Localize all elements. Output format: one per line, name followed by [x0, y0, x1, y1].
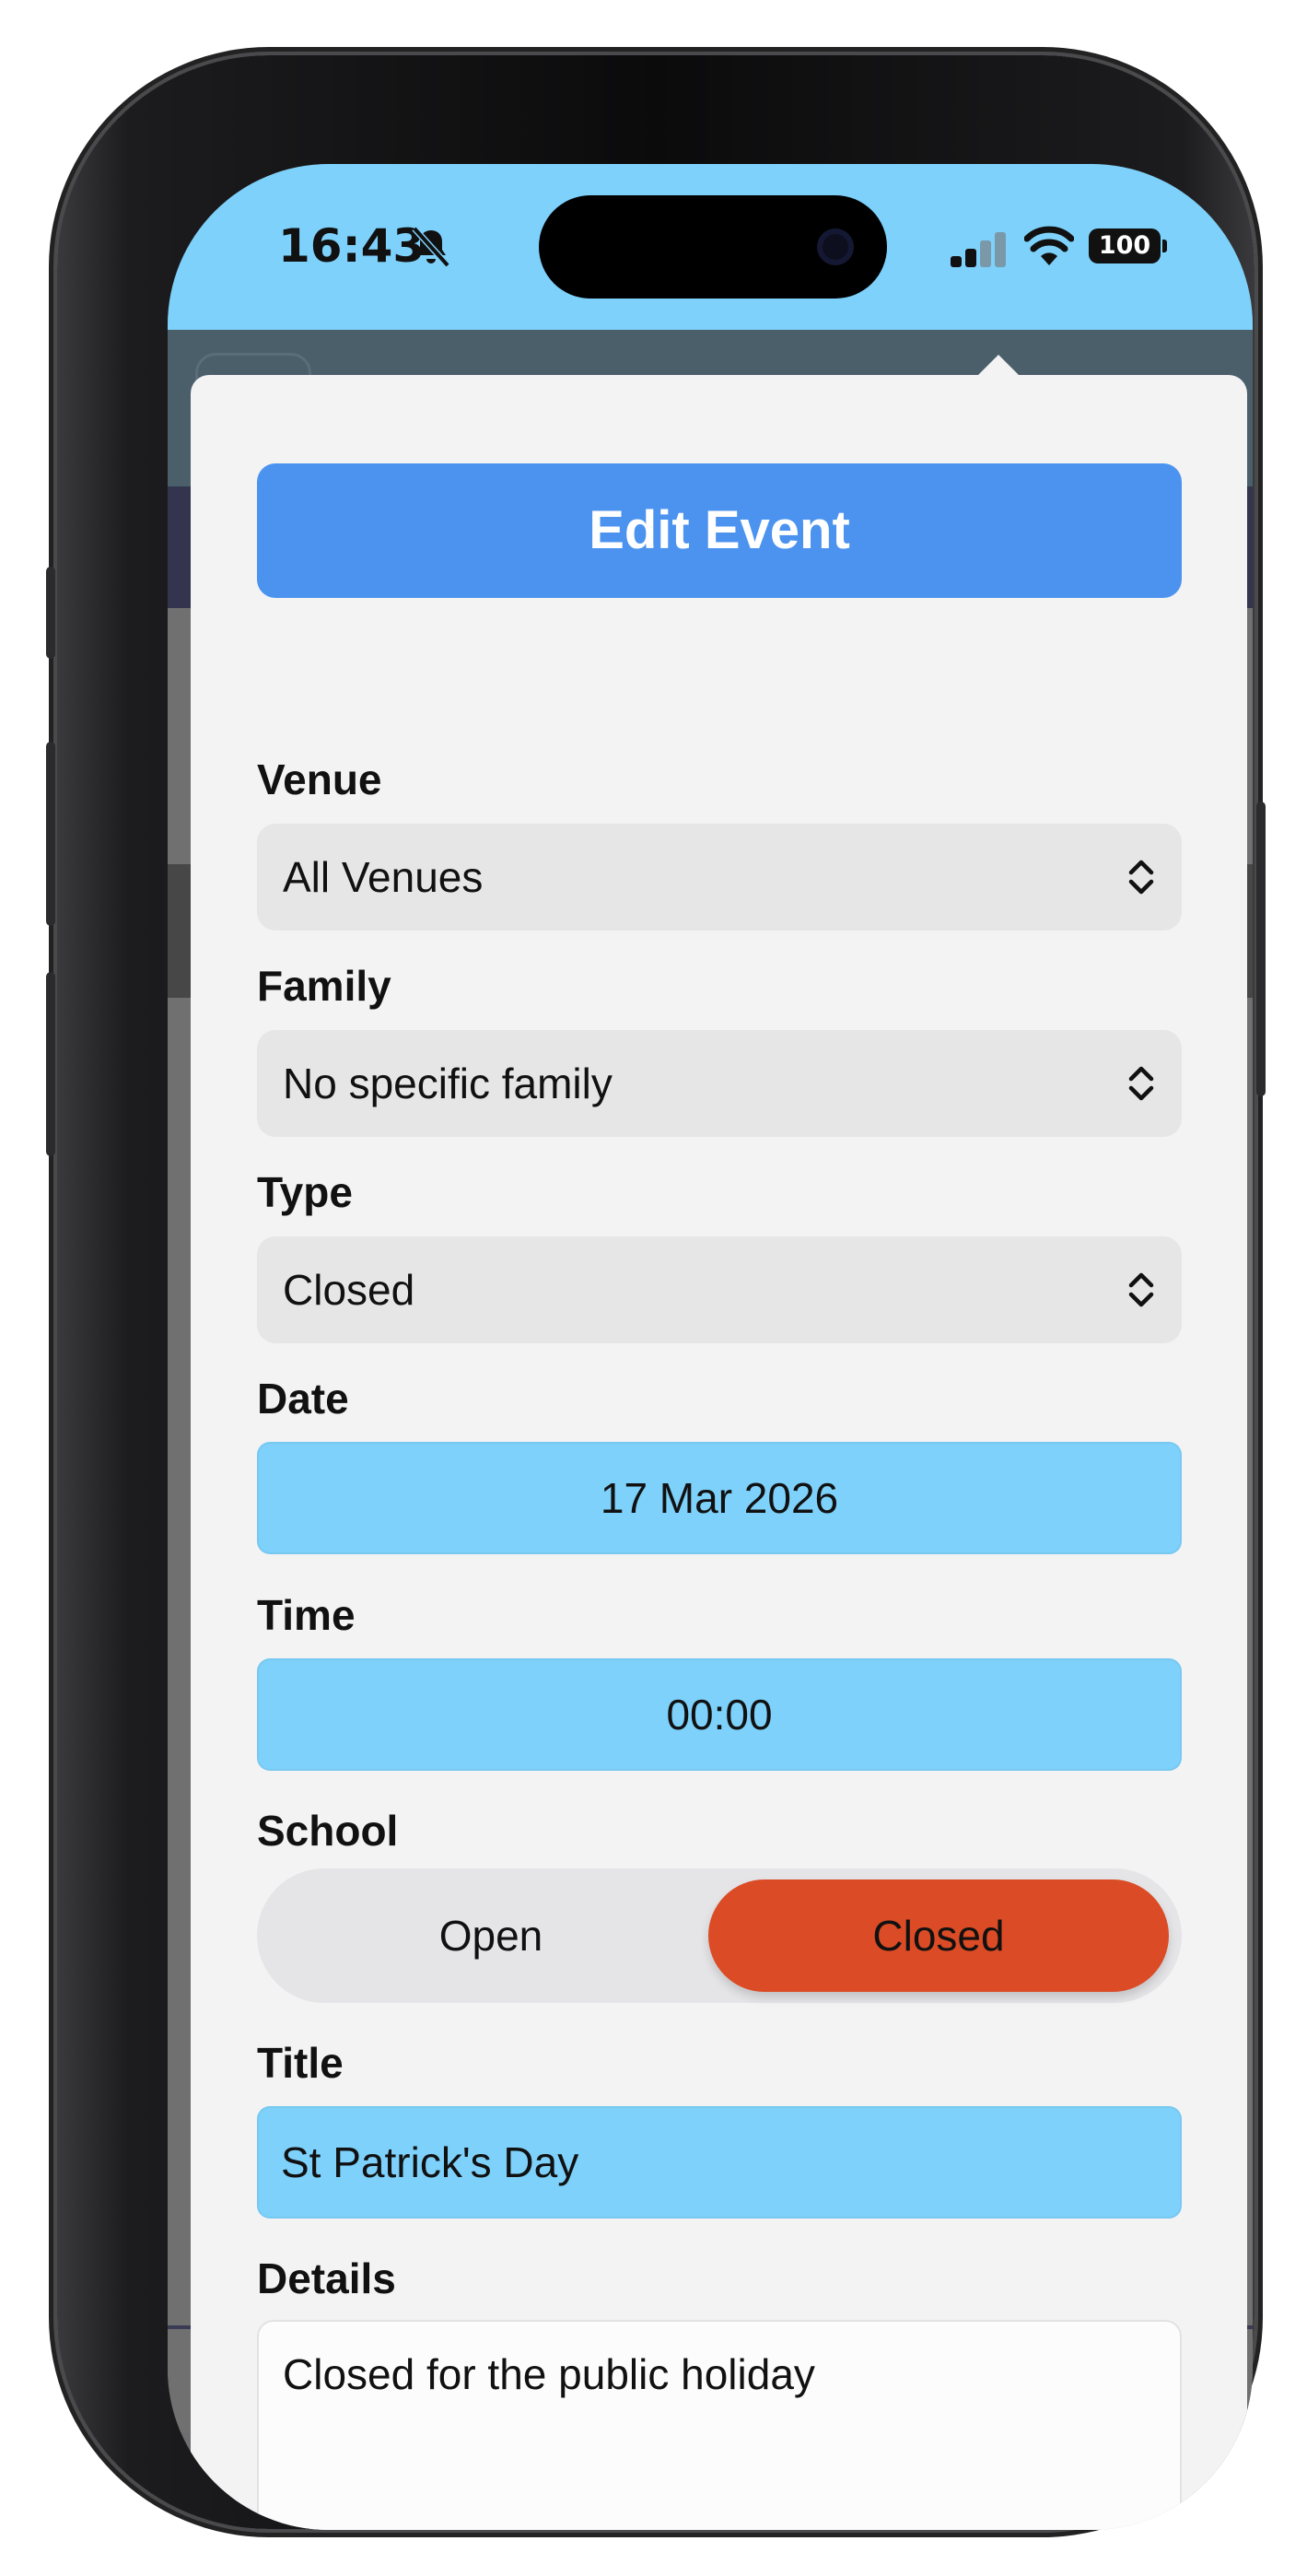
- type-select[interactable]: Closed: [257, 1236, 1182, 1343]
- screen: 16:43 100 Edit Event Venue All Venues Fa…: [168, 164, 1253, 2530]
- popover-arrow: [978, 355, 1019, 375]
- power-button: [1256, 802, 1266, 1096]
- title-label: Title: [257, 2039, 344, 2087]
- type-value: Closed: [283, 1266, 415, 1314]
- school-closed-option[interactable]: Closed: [708, 1879, 1169, 1992]
- date-value: 17 Mar 2026: [600, 1474, 839, 1522]
- venue-label: Venue: [257, 755, 382, 803]
- title-value: St Patrick's Day: [281, 2138, 579, 2186]
- chevron-up-down-icon: [1128, 860, 1154, 895]
- school-segmented-control: Open Closed: [257, 1868, 1182, 2003]
- family-label: Family: [257, 962, 391, 1010]
- status-bar: 16:43 100: [168, 164, 1253, 330]
- cellular-signal-icon: [951, 232, 1006, 267]
- family-select[interactable]: No specific family: [257, 1030, 1182, 1137]
- venue-select[interactable]: All Venues: [257, 824, 1182, 931]
- venue-value: All Venues: [283, 853, 484, 901]
- camera-icon: [817, 228, 854, 265]
- time-value: 00:00: [666, 1691, 773, 1739]
- school-open-option[interactable]: Open: [257, 1868, 725, 2003]
- time-label: Time: [257, 1591, 356, 1639]
- dynamic-island: [539, 195, 887, 299]
- type-label: Type: [257, 1168, 353, 1216]
- phone-frame: 16:43 100 Edit Event Venue All Venues Fa…: [46, 55, 1266, 2530]
- status-time: 16:43: [278, 219, 426, 273]
- edit-event-title: Edit Event: [257, 463, 1182, 598]
- action-button: [46, 567, 55, 659]
- details-value: Closed for the public holiday: [283, 2350, 815, 2398]
- battery-icon: 100: [1089, 228, 1167, 263]
- school-label: School: [257, 1807, 399, 1855]
- wifi-icon: [1024, 226, 1074, 265]
- title-input[interactable]: St Patrick's Day: [257, 2106, 1182, 2219]
- date-label: Date: [257, 1375, 349, 1423]
- chevron-up-down-icon: [1128, 1272, 1154, 1307]
- date-picker[interactable]: 17 Mar 2026: [257, 1442, 1182, 1554]
- time-picker[interactable]: 00:00: [257, 1658, 1182, 1771]
- edit-event-sheet: Edit Event Venue All Venues Family No sp…: [191, 375, 1247, 2530]
- volume-down-button: [46, 972, 55, 1156]
- details-label: Details: [257, 2254, 396, 2302]
- details-textarea[interactable]: Closed for the public holiday: [257, 2320, 1182, 2530]
- bell-slash-icon: [412, 226, 450, 268]
- volume-up-button: [46, 742, 55, 926]
- chevron-up-down-icon: [1128, 1066, 1154, 1101]
- family-value: No specific family: [283, 1060, 613, 1107]
